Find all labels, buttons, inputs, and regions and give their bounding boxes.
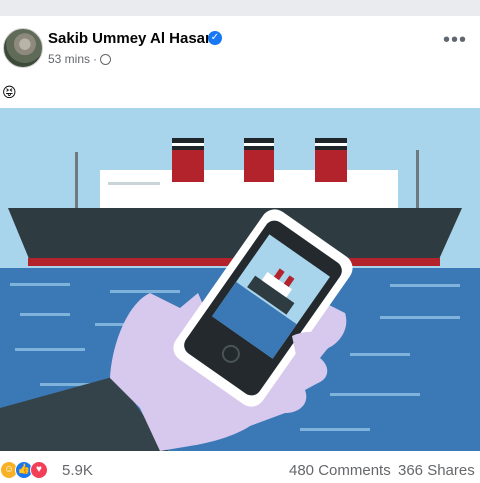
post-meta: 53 mins · bbox=[48, 52, 112, 66]
meta-separator: · bbox=[93, 52, 98, 66]
post-image[interactable] bbox=[0, 108, 480, 451]
top-strip bbox=[0, 0, 480, 16]
deck-line bbox=[108, 182, 160, 185]
verified-badge-icon: ✓ bbox=[208, 31, 222, 45]
more-options-icon[interactable]: ••• bbox=[443, 30, 467, 50]
author-name[interactable]: Sakib Ummey Al Hasan bbox=[48, 30, 214, 47]
shares-count[interactable]: 366 Shares bbox=[398, 462, 475, 479]
comments-count[interactable]: 480 Comments bbox=[289, 462, 391, 479]
post-caption: 😝 bbox=[2, 84, 17, 100]
engagement-bar: ☺ 👍 ♥ 5.9K 480 Comments 366 Shares bbox=[0, 458, 480, 483]
funnels bbox=[172, 138, 347, 182]
post-time[interactable]: 53 mins bbox=[48, 52, 90, 66]
love-reaction-icon[interactable]: ♥ bbox=[30, 461, 48, 479]
reaction-count[interactable]: 5.9K bbox=[62, 462, 93, 479]
mast-rear bbox=[416, 150, 419, 210]
mast-front bbox=[75, 152, 78, 210]
globe-icon[interactable] bbox=[100, 54, 112, 65]
author-avatar[interactable] bbox=[3, 28, 43, 68]
post-header: Sakib Ummey Al Hasan ✓ 53 mins · ••• bbox=[0, 22, 480, 82]
